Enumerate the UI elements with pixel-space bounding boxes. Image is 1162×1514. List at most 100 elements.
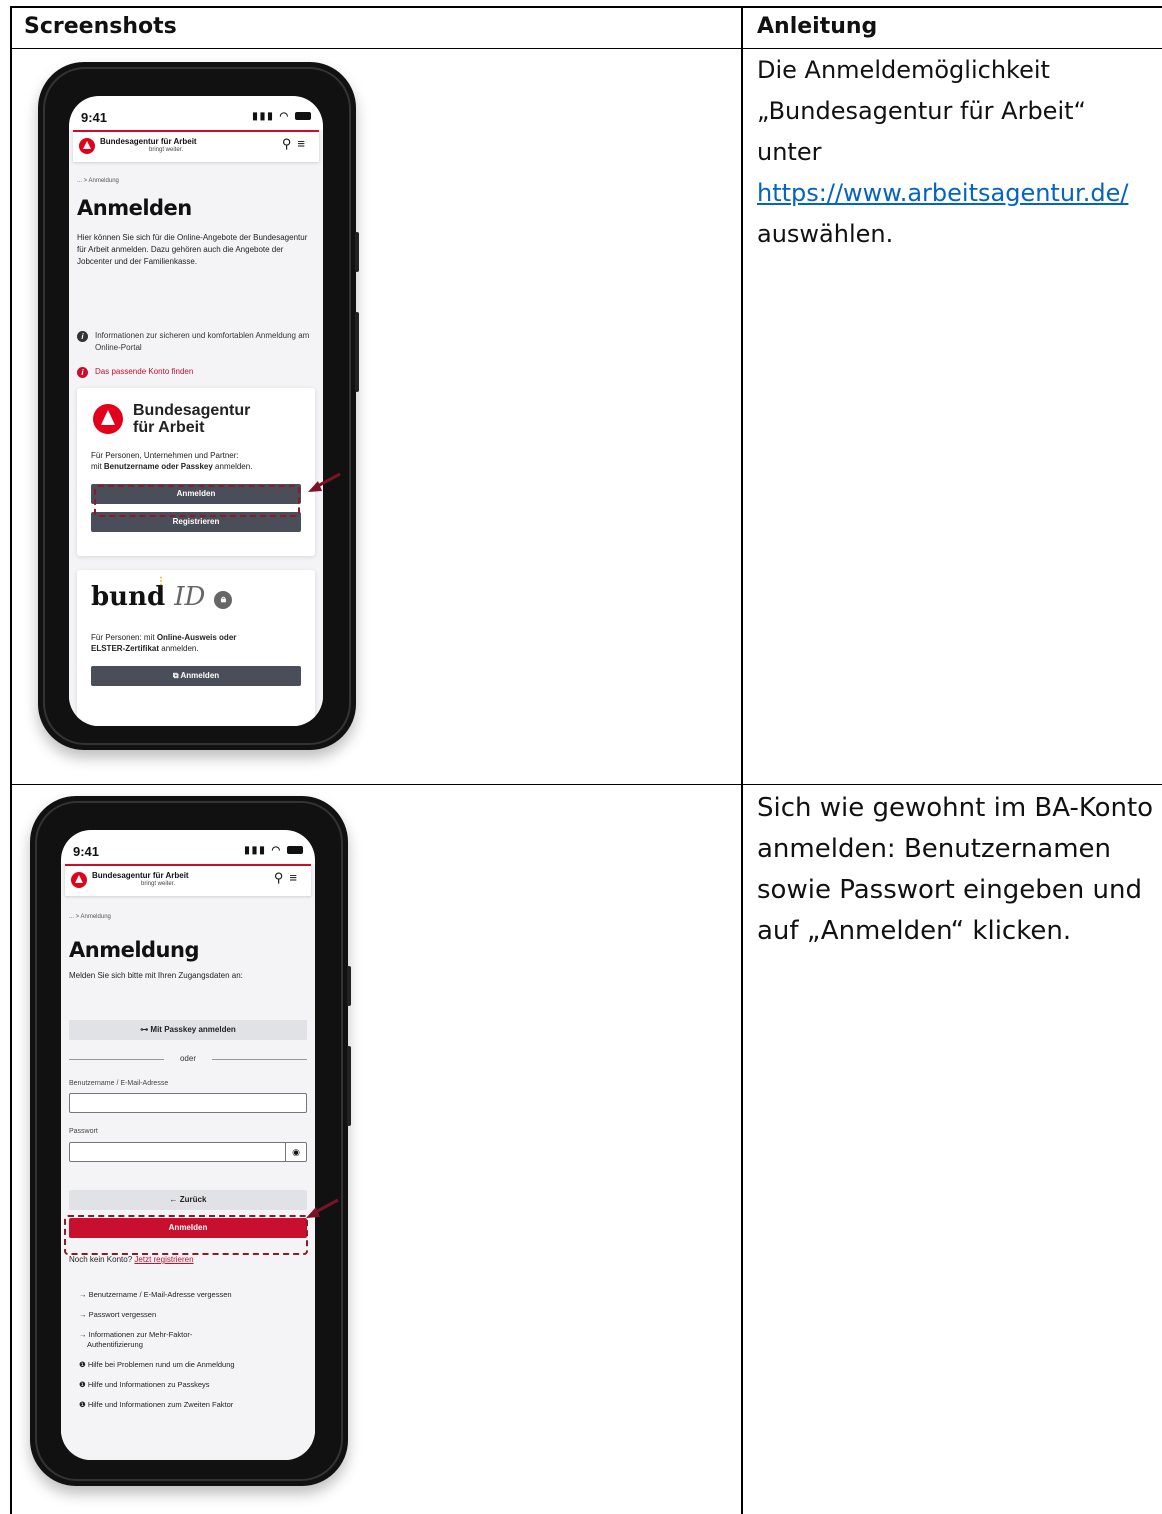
info-link-label: Informationen zur sicheren und komfortab… [95, 331, 310, 352]
info-icon: i [77, 367, 88, 378]
ba-card-title-line2: für Arbeit [133, 419, 205, 436]
arbeitsagentur-link[interactable]: https://www.arbeitsagentur.de/ [757, 179, 1128, 207]
ba-card-text: Für Personen, Unternehmen und Partner: m… [91, 450, 305, 472]
highlight-login-button [64, 1215, 308, 1255]
text-bold: ELSTER-Zertifikat [91, 644, 160, 653]
help-second-factor-label: Hilfe und Informationen zum Zweiten Fakt… [87, 1400, 234, 1409]
page-title: Anmeldung [69, 938, 200, 962]
passkey-login-button[interactable]: ⊶ Mit Passkey anmelden [69, 1020, 307, 1040]
site-header: Bundesagentur für Arbeit bringt weiter. … [73, 130, 319, 162]
brand-name: Bundesagentur für Arbeit [100, 137, 197, 146]
search-icon[interactable]: ⚲ [282, 136, 298, 151]
status-icons: ▮▮▮ ◠ [252, 111, 311, 122]
row1-text-line2: „Bundesagentur für Arbeit“ unter [757, 97, 1086, 166]
text-fragment: anmelden. [212, 462, 253, 471]
intro-text: Hier können Sie sich für die Online-Ange… [77, 233, 308, 266]
header-icons: ⚲≡ [274, 870, 303, 886]
phone-screen-2: 9:41 ▮▮▮ ◠ Bundesagentur für Arbeit brin… [61, 830, 315, 1460]
row1-text-line3: auswählen. [757, 220, 894, 248]
status-icons: ▮▮▮ ◠ [244, 845, 303, 856]
pointer-arrow-icon [308, 472, 341, 492]
pointer-arrow-icon [306, 1198, 339, 1218]
header-screenshots: Screenshots [24, 14, 177, 39]
header-divider [10, 48, 1162, 49]
table-border-left [10, 6, 12, 1514]
help-login-label: Hilfe bei Problemen rund um die Anmeldun… [87, 1360, 235, 1369]
row2-text-line1: Sich wie gewohnt im BA-Konto [757, 793, 1154, 823]
ba-logo-icon [79, 138, 95, 154]
mfa-info-link[interactable]: → Informationen zur Mehr-Faktor- [79, 1330, 307, 1340]
battery-icon [287, 846, 303, 855]
help-second-factor-link[interactable]: ❶ Hilfe und Informationen zum Zweiten Fa… [79, 1400, 307, 1410]
lock-icon: 🔒︎ [214, 591, 233, 609]
breadcrumb[interactable]: ... > Anmeldung [77, 178, 119, 184]
row2-text-line2: anmelden: Benutzernamen [757, 834, 1112, 864]
row2-instruction: Sich wie gewohnt im BA-Konto anmelden: B… [757, 788, 1157, 952]
brand-tagline: bringt weiter. [149, 147, 184, 153]
info-link[interactable]: i Informationen zur sicheren und komforta… [77, 330, 315, 354]
phone-screen-1: 9:41 ▮▮▮ ◠ Bundesagentur für Arbeit brin… [69, 96, 323, 726]
status-time: 9:41 [81, 110, 108, 125]
table-border-top [10, 6, 1162, 8]
text-bold: Benutzername oder Passkey [103, 462, 213, 471]
brand-tagline: bringt weiter. [141, 881, 176, 887]
menu-icon[interactable]: ≡ [289, 870, 303, 885]
text-fragment: Für Personen: mit [91, 633, 157, 642]
battery-icon [295, 112, 311, 121]
help-login-link[interactable]: ❶ Hilfe bei Problemen rund um die Anmeld… [79, 1360, 307, 1370]
bundid-card: ⋮ bund ID 🔒︎ Für Personen: mit Online-Au… [77, 570, 315, 726]
text-fragment: mit [91, 462, 104, 471]
phone-mockup-1: 9:41 ▮▮▮ ◠ Bundesagentur für Arbeit brin… [38, 62, 359, 750]
bundid-login-button[interactable]: ⧉ Anmelden [91, 666, 301, 686]
site-header: Bundesagentur für Arbeit bringt weiter. … [65, 864, 311, 896]
forgot-password-link[interactable]: → Passwort vergessen [79, 1310, 307, 1320]
phone-mockup-2: 9:41 ▮▮▮ ◠ Bundesagentur für Arbeit brin… [30, 796, 351, 1486]
no-account-row: Noch kein Konto? Jetzt registrieren [69, 1254, 307, 1266]
bundid-word: bund [91, 582, 166, 612]
passkey-label: Mit Passkey anmelden [150, 1025, 236, 1034]
search-icon[interactable]: ⚲ [274, 870, 290, 885]
bundid-text-line1: Für Personen: mit Online-Ausweis oder [91, 632, 305, 643]
page-title: Anmelden [77, 196, 192, 220]
help-icon: ❶ [79, 1360, 88, 1369]
breadcrumb[interactable]: ... > Anmeldung [69, 914, 111, 920]
ba-card-title: Bundesagentur für Arbeit [133, 402, 250, 436]
back-button[interactable]: ← Zurück [69, 1190, 307, 1210]
ba-login-card: Bundesagentur für Arbeit Für Personen, Un… [77, 388, 315, 556]
username-input[interactable] [69, 1093, 307, 1113]
show-password-icon[interactable]: ◉ [285, 1143, 306, 1161]
phone-side-button [355, 312, 359, 392]
phone-side-button [347, 966, 351, 1006]
menu-icon[interactable]: ≡ [297, 136, 311, 151]
help-passkey-label: Hilfe und Informationen zu Passkeys [87, 1380, 210, 1389]
status-bar: 9:41 ▮▮▮ ◠ [69, 96, 323, 130]
info-icon: i [77, 331, 88, 342]
ba-card-text-line1: Für Personen, Unternehmen und Partner: [91, 451, 239, 460]
account-finder-link[interactable]: i Das passende Konto finden [77, 366, 315, 378]
mfa-info-link-cont[interactable]: Authentifizierung [79, 1340, 307, 1350]
bundid-logo: ⋮ bund ID 🔒︎ [91, 576, 233, 612]
header-icons: ⚲≡ [282, 136, 311, 152]
help-passkey-link[interactable]: ❶ Hilfe und Informationen zu Passkeys [79, 1380, 307, 1390]
text-bold: Online-Ausweis oder [156, 633, 237, 642]
no-account-text: Noch kein Konto? [69, 1255, 133, 1264]
key-icon: ⊶ [140, 1025, 151, 1034]
bundid-login-label: Anmelden [180, 671, 220, 680]
status-bar: 9:41 ▮▮▮ ◠ [61, 830, 315, 864]
ba-card-title-line1: Bundesagentur [133, 402, 251, 419]
header-instructions: Anleitung [757, 14, 878, 39]
forgot-username-link[interactable]: → Benutzername / E-Mail-Adresse vergesse… [79, 1290, 307, 1300]
ba-logo-icon [71, 872, 87, 888]
bundid-text-line2: ELSTER-Zertifikat anmelden. [91, 643, 305, 654]
register-link[interactable]: Jetzt registrieren [134, 1255, 193, 1264]
bundid-id: ID [174, 582, 206, 612]
help-icon: ❶ [79, 1400, 88, 1409]
username-label: Benutzername / E-Mail-Adresse [69, 1080, 169, 1087]
row1-text-line1: Die Anmeldemöglichkeit [757, 56, 1050, 84]
page-content: Bundesagentur für Arbeit bringt weiter. … [69, 130, 323, 726]
bundid-dots: ⋮ [156, 576, 166, 587]
phone-side-button [347, 1046, 351, 1126]
bundid-text: Für Personen: mit Online-Ausweis oder EL… [91, 632, 305, 654]
password-input[interactable]: ◉ [69, 1142, 307, 1162]
brand-name: Bundesagentur für Arbeit [92, 871, 189, 880]
